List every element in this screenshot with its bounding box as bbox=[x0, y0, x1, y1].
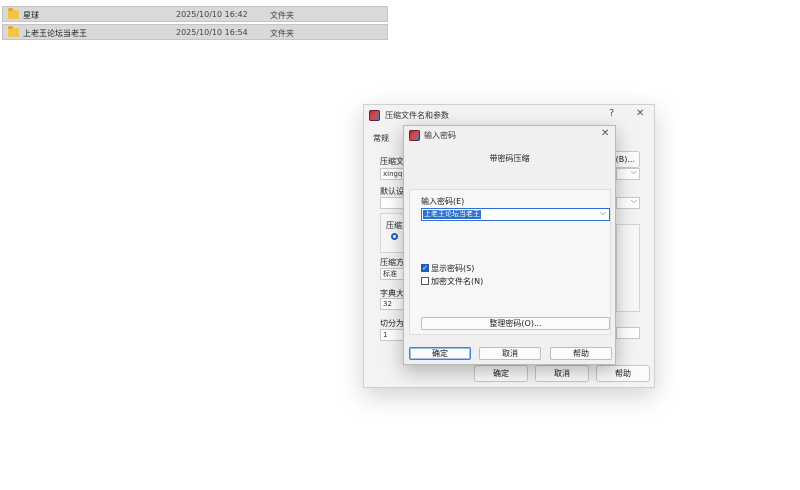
file-type: 文件夹 bbox=[270, 11, 294, 20]
close-icon[interactable]: ✕ bbox=[601, 128, 609, 139]
folder-icon bbox=[8, 26, 19, 37]
file-date: 2025/10/10 16:54 bbox=[176, 28, 248, 37]
winrar-icon bbox=[409, 130, 420, 141]
cancel-button[interactable]: 取消 bbox=[479, 347, 541, 360]
help-button[interactable]: 帮助 bbox=[596, 365, 650, 382]
password-dialog: 输入密码 ✕ 带密码压缩 输入密码(E) 上老王论坛当老王 ⌵ ✓ 显示密码(S… bbox=[403, 125, 616, 365]
help-icon[interactable]: ? bbox=[609, 108, 614, 119]
split-unit-field[interactable] bbox=[616, 327, 640, 339]
help-button[interactable]: 帮助 bbox=[550, 347, 612, 360]
file-type: 文件夹 bbox=[270, 29, 294, 38]
dialog-title: 压缩文件名和参数 bbox=[385, 111, 449, 120]
password-value: 上老王论坛当老王 bbox=[423, 210, 481, 219]
options-group bbox=[616, 224, 640, 312]
encrypt-filenames-label: 加密文件名(N) bbox=[431, 277, 484, 286]
chevron-down-icon[interactable]: ⌵ bbox=[600, 208, 606, 218]
method-label: 压缩方 bbox=[380, 258, 404, 267]
tab-general[interactable]: 常规 bbox=[373, 133, 389, 144]
dialog-subtitle: 带密码压缩 bbox=[489, 154, 530, 163]
file-name: 上老王论坛当老王 bbox=[23, 29, 87, 38]
ok-button[interactable]: 确定 bbox=[474, 365, 528, 382]
format-radio[interactable] bbox=[391, 233, 398, 240]
file-name: 星球 bbox=[23, 11, 39, 20]
password-group: 输入密码(E) 上老王论坛当老王 ⌵ ✓ 显示密码(S) 加密文件名(N) 整理… bbox=[409, 189, 611, 335]
default-profile-label: 默认设 bbox=[380, 187, 404, 196]
file-row[interactable]: 上老王论坛当老王 2025/10/10 16:54 文件夹 bbox=[2, 24, 388, 40]
archive-name-dropdown[interactable] bbox=[616, 167, 640, 180]
profile-dropdown[interactable] bbox=[616, 196, 640, 209]
show-password-label: 显示密码(S) bbox=[431, 264, 475, 273]
cancel-button[interactable]: 取消 bbox=[535, 365, 589, 382]
password-input[interactable]: 上老王论坛当老王 ⌵ bbox=[421, 208, 610, 221]
folder-icon bbox=[8, 8, 19, 19]
enter-password-label: 输入密码(E) bbox=[421, 197, 465, 206]
dialog-title: 输入密码 bbox=[424, 131, 456, 140]
ok-button[interactable]: 确定 bbox=[409, 347, 471, 360]
organize-passwords-button[interactable]: 整理密码(O)... bbox=[421, 317, 610, 330]
winrar-icon bbox=[369, 110, 380, 121]
file-date: 2025/10/10 16:42 bbox=[176, 10, 248, 19]
file-row[interactable]: 星球 2025/10/10 16:42 文件夹 bbox=[2, 6, 388, 22]
encrypt-filenames-checkbox[interactable] bbox=[421, 277, 429, 285]
archive-name-label: 压缩文 bbox=[380, 157, 404, 166]
close-icon[interactable]: ✕ bbox=[636, 108, 644, 119]
split-label: 切分为 bbox=[380, 319, 404, 328]
show-password-checkbox[interactable]: ✓ bbox=[421, 264, 429, 272]
